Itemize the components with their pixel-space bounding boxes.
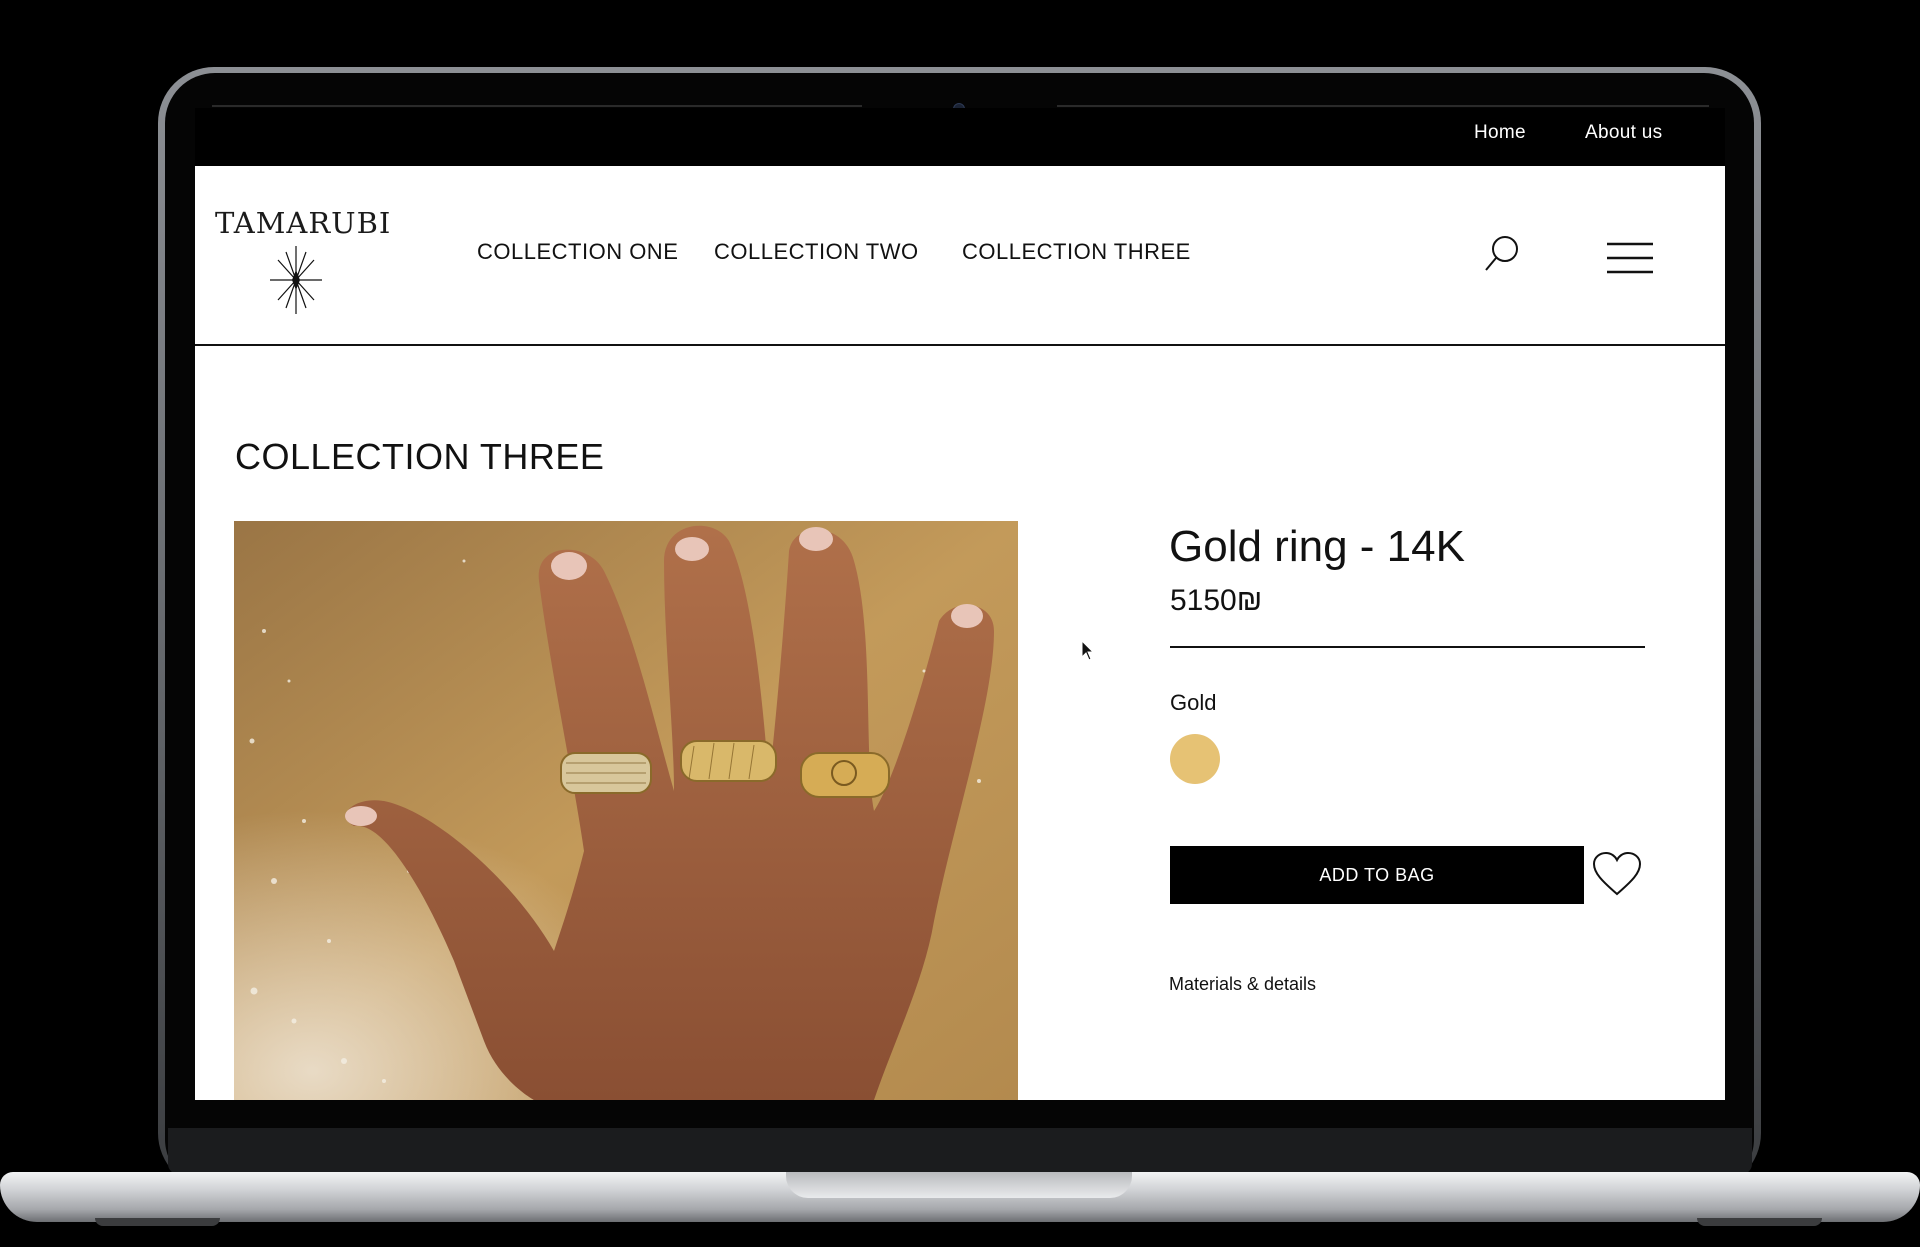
color-label: Gold xyxy=(1170,690,1217,715)
logo-star-icon xyxy=(270,246,322,314)
divider xyxy=(1170,646,1645,648)
gold-color-swatch[interactable] xyxy=(1170,734,1220,784)
about-us-link[interactable]: About us xyxy=(1585,122,1662,144)
nav-collection-three[interactable]: COLLECTION THREE xyxy=(962,239,1191,265)
add-to-bag-button[interactable]: ADD TO BAG xyxy=(1170,846,1584,904)
laptop-lid-bottom xyxy=(168,1128,1752,1174)
logo-wordmark[interactable]: TAMARUBI xyxy=(215,206,391,240)
laptop-opening-notch xyxy=(786,1172,1132,1198)
nav-collection-two[interactable]: COLLECTION TWO xyxy=(714,239,919,265)
laptop-foot-left xyxy=(95,1218,220,1226)
home-link[interactable]: Home xyxy=(1474,122,1526,144)
mouse-cursor-icon xyxy=(1081,640,1095,661)
hand-with-rings-image xyxy=(234,521,1018,1100)
browser-viewport: Home About us TAMARUBI COLLECTION ONE CO… xyxy=(195,108,1725,1100)
bezel-line-right xyxy=(1057,105,1709,107)
top-utility-bar: Home About us xyxy=(195,108,1725,166)
nav-collection-one[interactable]: COLLECTION ONE xyxy=(477,239,678,265)
page-title: COLLECTION THREE xyxy=(235,436,605,477)
materials-details-link[interactable]: Materials & details xyxy=(1169,974,1316,995)
bezel-line-left xyxy=(212,105,862,107)
product-page: COLLECTION THREE Gold ring - 14K 5150₪ G… xyxy=(195,346,1725,1100)
heart-icon[interactable] xyxy=(1592,851,1642,897)
product-price: 5150₪ xyxy=(1170,584,1263,617)
product-photo[interactable] xyxy=(234,521,1018,1100)
hamburger-menu-icon[interactable] xyxy=(1607,241,1653,275)
site-header: TAMARUBI COLLECTION ONE COLLECTION TWO C… xyxy=(195,166,1725,346)
laptop-foot-right xyxy=(1697,1218,1822,1226)
search-icon[interactable] xyxy=(1482,234,1522,274)
product-title: Gold ring - 14K xyxy=(1169,522,1465,571)
